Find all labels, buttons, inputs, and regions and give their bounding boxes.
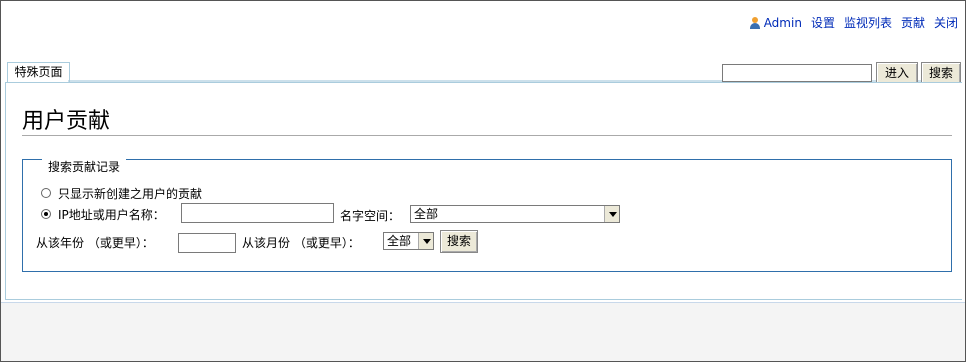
namespace-select[interactable]: 全部 — [410, 205, 620, 223]
username[interactable]: Admin — [764, 16, 802, 30]
page-title: 用户贡献 — [22, 109, 111, 134]
ip-user-radio[interactable] — [41, 209, 51, 219]
new-users-radio[interactable] — [41, 188, 51, 198]
personal-tools: Admin 设置 监视列表 贡献 关闭 — [749, 14, 958, 31]
year-label: 从该年份 （或更早）： — [36, 236, 154, 250]
chevron-down-icon[interactable] — [604, 206, 619, 222]
ip-user-input[interactable] — [181, 203, 334, 223]
footer-area — [1, 302, 965, 361]
go-button[interactable]: 进入 — [876, 62, 918, 84]
ip-user-label: IP地址或用户名称： — [58, 208, 165, 222]
month-label: 从该月份 （或更早）： — [242, 236, 360, 250]
submit-search-button[interactable]: 搜索 — [440, 230, 478, 253]
search-input[interactable] — [722, 64, 872, 82]
year-input[interactable] — [178, 233, 236, 253]
contributions-link[interactable]: 贡献 — [901, 14, 925, 31]
chevron-down-icon[interactable] — [418, 233, 433, 249]
user-link[interactable]: Admin — [749, 16, 802, 30]
namespace-label: 名字空间： — [340, 209, 401, 223]
watchlist-link[interactable]: 监视列表 — [844, 14, 892, 31]
logout-link[interactable]: 关闭 — [934, 14, 958, 31]
month-value: 全部 — [387, 234, 412, 248]
tab-special-page[interactable]: 特殊页面 — [7, 62, 70, 82]
user-icon — [749, 16, 760, 29]
search-button[interactable]: 搜索 — [921, 62, 961, 84]
month-select[interactable]: 全部 — [383, 232, 434, 250]
new-users-label: 只显示新创建之用户的贡献 — [58, 187, 203, 201]
preferences-link[interactable]: 设置 — [811, 14, 835, 31]
namespace-value: 全部 — [414, 207, 439, 221]
form-legend: 搜索贡献记录 — [42, 159, 127, 175]
title-divider — [22, 135, 952, 136]
